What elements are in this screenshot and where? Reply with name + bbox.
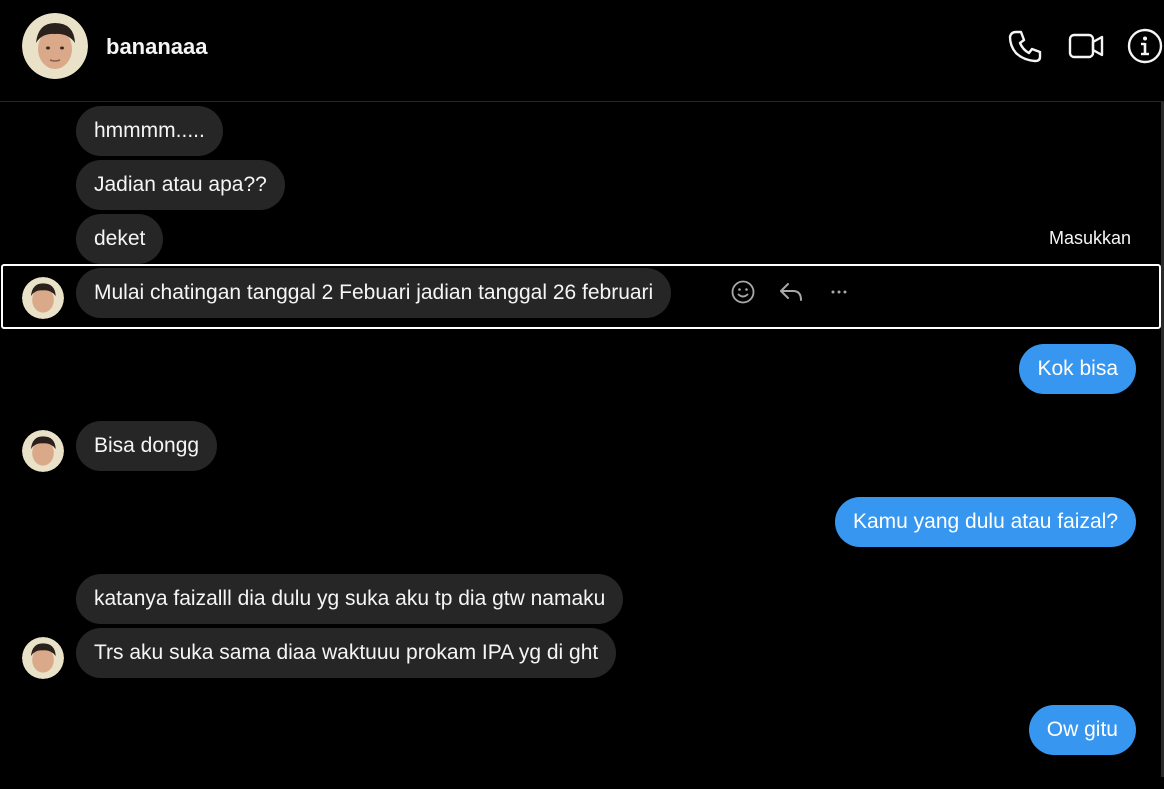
message-bubble-incoming[interactable]: Mulai chatingan tanggal 2 Febuari jadian… [76, 268, 672, 318]
action-tooltip: Masukkan [1049, 228, 1132, 248]
message-bubble-incoming[interactable]: Jadian atau apa?? [76, 160, 285, 210]
message-bubble-incoming[interactable]: deket [76, 214, 164, 264]
chat-username[interactable]: bananaaa [106, 34, 208, 60]
avatar[interactable] [22, 277, 64, 319]
message-bubble-outgoing[interactable]: Ow gitu [1028, 705, 1136, 755]
info-icon[interactable] [1126, 27, 1164, 65]
reply-icon[interactable] [777, 278, 805, 306]
more-options-icon[interactable] [825, 278, 853, 306]
avatar[interactable] [22, 430, 64, 472]
phone-icon[interactable] [1006, 27, 1044, 65]
video-call-icon[interactable] [1067, 27, 1105, 65]
message-bubble-incoming[interactable]: Trs aku suka sama diaa waktuuu prokam IP… [76, 628, 617, 678]
message-bubble-outgoing[interactable]: Kamu yang dulu atau faizal? [834, 497, 1136, 547]
chat-header: bananaaa [0, 0, 1164, 102]
message-bubble-incoming[interactable]: Bisa dongg [76, 421, 218, 471]
emoji-react-icon[interactable] [729, 278, 757, 306]
avatar[interactable] [22, 13, 88, 79]
message-bubble-incoming[interactable]: katanya faizalll dia dulu yg suka aku tp… [76, 574, 624, 624]
message-bubble-outgoing[interactable]: Kok bisa [1019, 344, 1136, 394]
avatar[interactable] [22, 637, 64, 679]
message-bubble-incoming[interactable]: hmmmm..... [76, 106, 223, 156]
